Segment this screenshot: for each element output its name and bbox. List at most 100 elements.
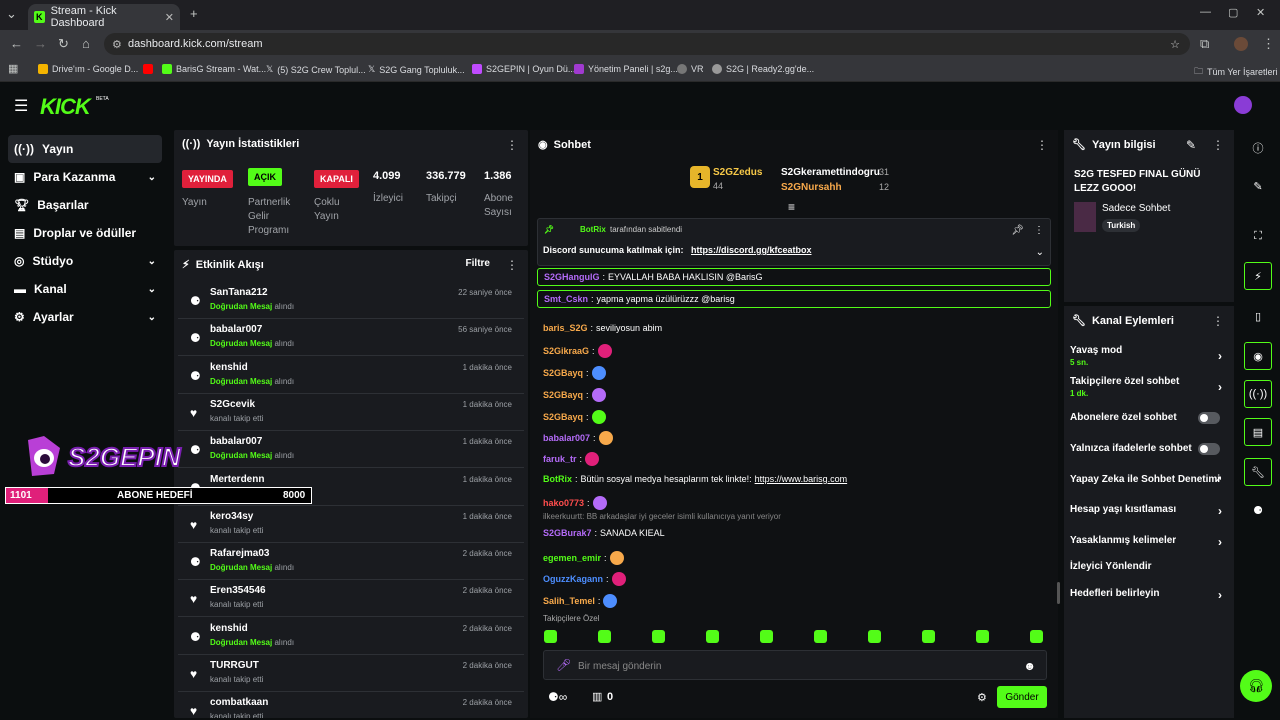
- activity-user[interactable]: combatkaan: [210, 697, 268, 708]
- action-set-goals[interactable]: Hedefleri belirleyin ›: [1070, 588, 1228, 602]
- tab-list-icon[interactable]: ⌄: [6, 6, 17, 22]
- activity-user[interactable]: kero34sy: [210, 511, 253, 522]
- more-options-icon[interactable]: ⋮: [1034, 225, 1044, 236]
- activity-user[interactable]: Merterdenn: [210, 474, 264, 485]
- support-headset-icon[interactable]: 🎧︎: [1240, 670, 1272, 702]
- fullscreen-icon[interactable]: ⛶: [1244, 222, 1272, 250]
- action-banned-words[interactable]: Yasaklanmış kelimeler ›: [1070, 535, 1228, 549]
- action-ai-moderation[interactable]: Yapay Zeka ile Sohbet Denetimi ↗: [1070, 474, 1228, 485]
- chat-message[interactable]: Smt_Cskn: yapma yapma üzülürüzzz @barisg: [537, 290, 1051, 308]
- emote-icon[interactable]: [598, 630, 611, 643]
- more-options-icon[interactable]: ⋮: [1036, 138, 1048, 152]
- activity-row[interactable]: ♥ TURRGUT kanalı takip etti 2 dakika önce: [178, 655, 524, 692]
- activity-user[interactable]: TURRGUT: [210, 660, 259, 671]
- sidebar-item-ayarlar[interactable]: ⚙ Ayarlar ⌄: [8, 303, 162, 331]
- expand-leaderboard-icon[interactable]: ≡: [788, 200, 795, 214]
- mic-icon[interactable]: 🎤︎: [556, 658, 571, 672]
- activity-row[interactable]: ♥ S2Gcevik kanalı takip etti 1 dakika önce: [178, 394, 524, 431]
- activity-row[interactable]: ⚈ babalar007 Doğrudan Mesaj alındı 1 dakika…: [178, 431, 524, 469]
- activity-row[interactable]: ⚈ Rafarejma03 Doğrudan Mesaj alındı 2 dakik…: [178, 543, 524, 581]
- home-icon[interactable]: ⌂: [82, 36, 90, 51]
- sidebar-item-studyo[interactable]: ◎ Stüdyo ⌄: [8, 247, 162, 275]
- bookmark-item[interactable]: [143, 64, 153, 74]
- chat-username[interactable]: egemen_emir: [543, 553, 601, 563]
- chat-username[interactable]: S2GikraaG: [543, 346, 589, 356]
- chat-scrollbar[interactable]: [1057, 582, 1060, 604]
- chat-input[interactable]: 🎤︎ Bir mesaj gönderin ☻: [543, 650, 1047, 680]
- sidebar-item-para-kazanma[interactable]: ▣ Para Kazanma ⌄: [8, 163, 162, 191]
- sidebar-item-yayin[interactable]: ((·)) Yayın: [8, 135, 162, 163]
- edit-icon[interactable]: ✎: [1186, 138, 1196, 152]
- new-tab-icon[interactable]: +: [190, 6, 198, 21]
- filter-button[interactable]: Filtre: [466, 258, 490, 269]
- more-options-icon[interactable]: ⋮: [1212, 138, 1224, 152]
- emote-icon[interactable]: [544, 630, 557, 643]
- browser-tab[interactable]: K Stream - Kick Dashboard ✕: [28, 4, 180, 30]
- bookmark-star-icon[interactable]: ☆: [1170, 38, 1180, 51]
- bookmark-item[interactable]: BarisG Stream - Wat...: [162, 64, 266, 74]
- bookmark-item[interactable]: Yönetim Paneli | s2g...: [574, 64, 678, 74]
- reload-icon[interactable]: ↻: [58, 36, 69, 52]
- minimize-icon[interactable]: —: [1200, 6, 1211, 18]
- browser-menu-icon[interactable]: ⋮: [1262, 36, 1275, 52]
- emote-icon[interactable]: [652, 630, 665, 643]
- chat-message[interactable]: faruk_tr:: [543, 452, 600, 466]
- maximize-icon[interactable]: ▢: [1228, 6, 1238, 19]
- unpin-icon[interactable]: 📌︎: [1011, 225, 1024, 236]
- activity-row[interactable]: ⚈ babalar007 Doğrudan Mesaj alındı 56 saniy…: [178, 319, 524, 357]
- bookmark-item[interactable]: S2GEPIN | Oyun Dü...: [472, 64, 575, 74]
- activity-user[interactable]: Eren354546: [210, 585, 266, 596]
- chat-username[interactable]: babalar007: [543, 433, 590, 443]
- kick-logo[interactable]: KICK: [40, 94, 91, 120]
- chat-username[interactable]: baris_S2G: [543, 323, 588, 333]
- chat-username[interactable]: S2GBayq: [543, 390, 583, 400]
- chat-message[interactable]: BotRix: Bütün sosyal medya hesaplarım tek…: [543, 474, 847, 484]
- bookmark-item[interactable]: Drive'ım - Google D...: [38, 64, 138, 74]
- bookmark-item[interactable]: 𝕏 S2G Gang Topluluk...: [368, 64, 465, 75]
- activity-user[interactable]: kenshid: [210, 623, 248, 634]
- sidebar-item-kanal[interactable]: ▬ Kanal ⌄: [8, 275, 162, 303]
- activity-user[interactable]: SanTana212: [210, 287, 268, 298]
- close-window-icon[interactable]: ✕: [1256, 6, 1265, 19]
- layout-icon[interactable]: ▤: [1244, 418, 1272, 446]
- action-slow-mode[interactable]: Yavaş mod 5 sn. ›: [1070, 345, 1228, 367]
- activity-row[interactable]: ♥ kero34sy kanalı takip etti 1 dakika önce: [178, 506, 524, 543]
- emote-icon[interactable]: [1030, 630, 1043, 643]
- chat-username[interactable]: OguzzKagann: [543, 574, 603, 584]
- edit-icon[interactable]: ✎: [1244, 172, 1272, 200]
- activity-user[interactable]: S2Gcevik: [210, 399, 255, 410]
- activity-row[interactable]: ♥ Eren354546 kanalı takip etti 2 dakika önc…: [178, 580, 524, 618]
- leader-name[interactable]: S2Gkeramettindogru: [781, 167, 880, 178]
- chat-message[interactable]: OguzzKagann:: [543, 572, 626, 586]
- emote-icon[interactable]: [868, 630, 881, 643]
- infinity-points-icon[interactable]: ⚈∞: [548, 690, 567, 704]
- activity-user[interactable]: babalar007: [210, 324, 262, 335]
- leader-name[interactable]: S2GNursahh: [781, 182, 842, 193]
- chat-username[interactable]: S2GBurak7: [543, 528, 592, 538]
- activity-user[interactable]: kenshid: [210, 362, 248, 373]
- user-avatar[interactable]: [1234, 96, 1252, 114]
- sidebar-item-basarilar[interactable]: 🏆︎ Başarılar: [8, 191, 162, 219]
- chat-username[interactable]: hako0773: [543, 498, 584, 508]
- chat-message[interactable]: S2GBayq:: [543, 410, 606, 424]
- url-bar[interactable]: ⚙ dashboard.kick.com/stream ☆: [104, 33, 1190, 55]
- more-options-icon[interactable]: ⋮: [506, 258, 518, 272]
- more-options-icon[interactable]: ⋮: [506, 138, 518, 152]
- activity-icon[interactable]: ⚡︎: [1244, 262, 1272, 290]
- chat-message[interactable]: babalar007:: [543, 431, 613, 445]
- chat-icon[interactable]: ◉: [1244, 342, 1272, 370]
- category-name[interactable]: Sadece Sohbet: [1102, 203, 1170, 214]
- emotes-only-toggle[interactable]: [1198, 443, 1220, 455]
- action-raid[interactable]: İzleyici Yönlendir: [1070, 561, 1228, 572]
- profile-avatar[interactable]: [1234, 37, 1248, 51]
- wrench-icon[interactable]: 🔧︎: [1244, 458, 1272, 486]
- bookmark-item[interactable]: VR: [677, 64, 704, 74]
- store-icon[interactable]: ▥: [592, 690, 602, 703]
- chat-message[interactable]: S2GHangulG: EYVALLAH BABA HAKLISIN @Baris…: [537, 268, 1051, 286]
- info-icon[interactable]: ⓘ: [1244, 134, 1272, 162]
- activity-row[interactable]: ⚈ kenshid Doğrudan Mesaj alındı 1 dakika ön…: [178, 357, 524, 394]
- chat-settings-icon[interactable]: ⚙: [977, 691, 987, 704]
- chat-message[interactable]: S2GikraaG:: [543, 344, 612, 358]
- action-account-age[interactable]: Hesap yaşı kısıtlaması ›: [1070, 504, 1228, 518]
- action-followers-only[interactable]: Takipçilere özel sohbet 1 dk. ›: [1070, 376, 1228, 398]
